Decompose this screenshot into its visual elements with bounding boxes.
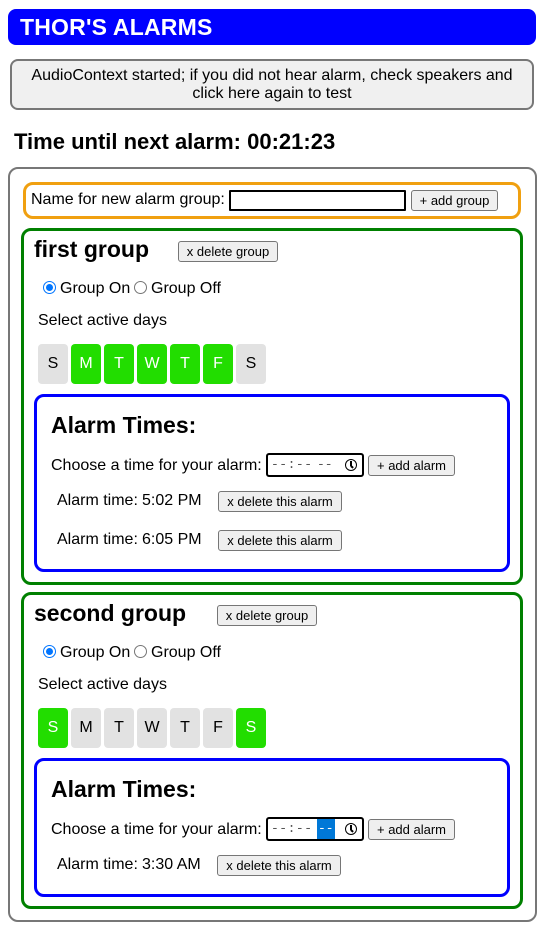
title-bar: THOR'S ALARMS — [8, 9, 536, 45]
clock-icon[interactable] — [345, 459, 357, 471]
alarm-time-value: 5:02 PM — [142, 492, 202, 509]
alarm-time-input[interactable]: --:-- -- — [266, 817, 364, 841]
group-off-radio[interactable] — [134, 645, 147, 658]
countdown-value: 00:21:23 — [247, 129, 336, 154]
day-toggle-sunday[interactable]: S — [38, 344, 68, 384]
alarm-time-prefix: Alarm time: — [57, 856, 138, 873]
clock-icon[interactable] — [345, 823, 357, 835]
day-toggle-tuesday[interactable]: T — [104, 708, 134, 748]
choose-time-label: Choose a time for your alarm: — [51, 821, 262, 838]
active-days-label: Select active days — [38, 676, 167, 693]
alarm-time-prefix: Alarm time: — [57, 492, 138, 509]
alarm-time-value: 6:05 PM — [142, 531, 202, 548]
add-group-button[interactable]: + add group — [411, 190, 498, 211]
choose-time-label: Choose a time for your alarm: — [51, 457, 262, 474]
add-alarm-button[interactable]: + add alarm — [368, 455, 455, 476]
group-off-label: Group Off — [151, 644, 221, 661]
app-title: THOR'S ALARMS — [20, 14, 213, 40]
delete-alarm-button[interactable]: x delete this alarm — [217, 855, 341, 876]
group-on-label: Group On — [60, 644, 131, 661]
group-off-radio[interactable] — [134, 281, 147, 294]
day-toggle-thursday[interactable]: T — [170, 344, 200, 384]
time-placeholder-ampm[interactable]: -- — [317, 819, 335, 839]
group-on-label: Group On — [60, 280, 131, 297]
countdown: Time until next alarm: 00:21:23 — [14, 129, 335, 155]
day-toggle-monday[interactable]: M — [71, 708, 101, 748]
new-group-label: Name for new alarm group: — [31, 191, 225, 208]
group-name: second group — [34, 600, 187, 626]
day-toggle-saturday[interactable]: S — [236, 344, 266, 384]
alarm-times-title: Alarm Times: — [51, 776, 197, 802]
day-toggle-monday[interactable]: M — [71, 344, 101, 384]
countdown-label: Time until next alarm: — [14, 129, 241, 154]
delete-alarm-button[interactable]: x delete this alarm — [218, 530, 342, 551]
group-on-radio[interactable] — [43, 281, 56, 294]
group-name: first group — [34, 236, 149, 262]
alarm-times-title: Alarm Times: — [51, 412, 197, 438]
add-alarm-button[interactable]: + add alarm — [368, 819, 455, 840]
time-placeholder-hm: --:-- — [271, 821, 313, 836]
day-toggle-saturday[interactable]: S — [236, 708, 266, 748]
group-name-input[interactable] — [229, 190, 406, 211]
delete-group-button[interactable]: x delete group — [217, 605, 317, 626]
alarm-time-input[interactable]: --:-- -- — [266, 453, 364, 477]
alarm-time-value: 3:30 AM — [142, 856, 201, 873]
audio-test-button[interactable]: AudioContext started; if you did not hea… — [10, 59, 534, 110]
delete-group-button[interactable]: x delete group — [178, 241, 278, 262]
day-toggle-tuesday[interactable]: T — [104, 344, 134, 384]
day-toggle-friday[interactable]: F — [203, 708, 233, 748]
day-toggle-thursday[interactable]: T — [170, 708, 200, 748]
group-on-radio[interactable] — [43, 645, 56, 658]
active-days-label: Select active days — [38, 312, 167, 329]
day-toggle-sunday[interactable]: S — [38, 708, 68, 748]
alarm-time-prefix: Alarm time: — [57, 531, 138, 548]
time-placeholder-ampm: -- — [317, 457, 333, 472]
day-toggle-wednesday[interactable]: W — [137, 344, 167, 384]
day-toggle-friday[interactable]: F — [203, 344, 233, 384]
group-off-label: Group Off — [151, 280, 221, 297]
time-placeholder-hm: --:-- — [271, 457, 313, 472]
day-toggle-wednesday[interactable]: W — [137, 708, 167, 748]
delete-alarm-button[interactable]: x delete this alarm — [218, 491, 342, 512]
